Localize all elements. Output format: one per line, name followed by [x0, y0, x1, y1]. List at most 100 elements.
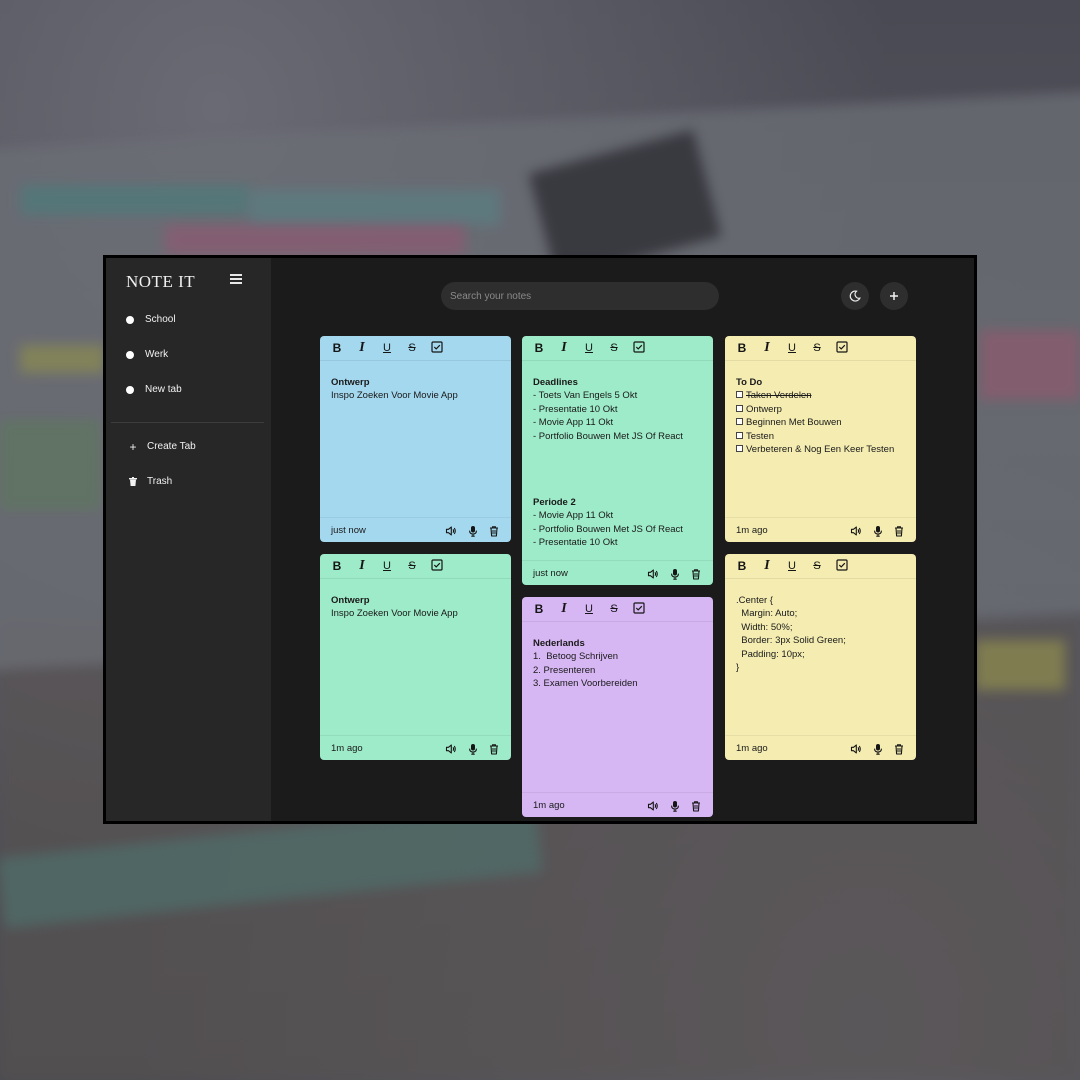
add-note-button[interactable]	[880, 282, 908, 310]
microphone-icon[interactable]	[669, 567, 681, 580]
sidebar-tab-new-tab[interactable]: New tab	[126, 384, 182, 395]
bold-button[interactable]: B	[735, 341, 749, 355]
microphone-icon[interactable]	[467, 524, 479, 537]
note-content[interactable]: Ontwerp Inspo Zoeken Voor Movie App	[331, 594, 503, 621]
trash-icon[interactable]	[488, 742, 500, 755]
checkbox-button[interactable]	[632, 341, 646, 355]
checkbox[interactable]	[736, 431, 743, 439]
sidebar-tab-label: New tab	[145, 384, 182, 395]
checkbox-icon	[836, 341, 848, 353]
note-content[interactable]: .Center { Margin: Auto; Width: 50%; Bord…	[736, 594, 908, 674]
note-content[interactable]: To Do Taken Verdelen Ontwerp Beginnen Me…	[736, 376, 908, 456]
sidebar-tab-school[interactable]: School	[126, 314, 176, 325]
note-card[interactable]: B I U S Deadlines - Toets Van Engels 5 O…	[522, 336, 713, 585]
checklist-item[interactable]: Taken Verdelen	[736, 389, 908, 402]
italic-button[interactable]: I	[557, 602, 571, 616]
note-footer: 1m ago	[725, 735, 916, 760]
strikethrough-button[interactable]: S	[405, 559, 419, 573]
checklist-item[interactable]: Ontwerp	[736, 403, 908, 416]
trash-icon[interactable]	[690, 799, 702, 812]
strikethrough-button[interactable]: S	[810, 341, 824, 355]
speaker-icon[interactable]	[445, 742, 457, 754]
italic-button[interactable]: I	[557, 341, 571, 355]
checkbox[interactable]	[736, 445, 743, 453]
italic-button[interactable]: I	[355, 341, 369, 355]
note-card[interactable]: B I U S Ontwerp Inspo Zoeken Voor Movie …	[320, 554, 511, 760]
checkbox[interactable]	[736, 418, 743, 426]
trash-icon[interactable]	[893, 742, 905, 755]
note-toolbar: B I U S	[725, 554, 916, 579]
trash-label: Trash	[147, 476, 173, 487]
menu-icon[interactable]	[230, 274, 242, 284]
microphone-icon[interactable]	[467, 742, 479, 755]
theme-toggle-button[interactable]	[841, 282, 869, 310]
bold-button[interactable]: B	[330, 559, 344, 573]
bold-button[interactable]: B	[532, 602, 546, 616]
speaker-icon[interactable]	[647, 799, 659, 811]
underline-button[interactable]: U	[582, 341, 596, 355]
checkbox-button[interactable]	[835, 341, 849, 355]
bold-button[interactable]: B	[330, 341, 344, 355]
underline-button[interactable]: U	[785, 341, 799, 355]
underline-button[interactable]: U	[380, 559, 394, 573]
note-card[interactable]: B I U S .Center { Margin: Auto; Width: 5…	[725, 554, 916, 760]
checkbox-button[interactable]	[632, 602, 646, 616]
note-timestamp: just now	[331, 525, 366, 536]
checkbox-button[interactable]	[835, 559, 849, 573]
underline-button[interactable]: U	[785, 559, 799, 573]
note-line: Margin: Auto;	[736, 608, 798, 620]
dot-icon	[126, 315, 134, 324]
note-card[interactable]: B I U S Ontwerp Inspo Zoeken Voor Movie …	[320, 336, 511, 542]
create-tab-label: Create Tab	[147, 441, 196, 452]
checkbox-button[interactable]	[430, 341, 444, 355]
note-line: - Portfolio Bouwen Met JS Of React	[533, 523, 683, 535]
note-toolbar: B I U S	[320, 554, 511, 579]
checklist-text: Verbeteren & Nog Een Keer Testen	[746, 444, 895, 456]
trash-icon[interactable]	[488, 524, 500, 537]
note-line: - Presentatie 10 Okt	[533, 403, 618, 415]
checklist-text: Beginnen Met Bouwen	[746, 417, 842, 429]
strikethrough-button[interactable]: S	[405, 341, 419, 355]
create-tab-button[interactable]: + Create Tab	[128, 441, 196, 453]
italic-button[interactable]: I	[355, 559, 369, 573]
note-content[interactable]: Ontwerp Inspo Zoeken Voor Movie App	[331, 376, 503, 403]
speaker-icon[interactable]	[850, 524, 862, 536]
search-input[interactable]	[441, 282, 719, 310]
italic-button[interactable]: I	[760, 341, 774, 355]
trash-button[interactable]: Trash	[128, 476, 172, 487]
checklist-item[interactable]: Testen	[736, 430, 908, 443]
checkbox[interactable]	[736, 391, 743, 399]
underline-button[interactable]: U	[582, 602, 596, 616]
speaker-icon[interactable]	[445, 524, 457, 536]
italic-button[interactable]: I	[760, 559, 774, 573]
checklist-item[interactable]: Verbeteren & Nog Een Keer Testen	[736, 443, 908, 456]
note-footer: just now	[522, 560, 713, 585]
strikethrough-button[interactable]: S	[607, 602, 621, 616]
note-card[interactable]: B I U S To Do Taken Verdelen Ontwerp Beg…	[725, 336, 916, 542]
sidebar-tab-werk[interactable]: Werk	[126, 349, 168, 360]
speaker-icon[interactable]	[647, 567, 659, 579]
note-content[interactable]: Deadlines - Toets Van Engels 5 Okt - Pre…	[533, 376, 705, 550]
moon-icon	[849, 290, 861, 302]
note-content[interactable]: Nederlands 1. Betoog Schrijven 2. Presen…	[533, 637, 705, 691]
checkbox-button[interactable]	[430, 559, 444, 573]
note-timestamp: 1m ago	[533, 800, 565, 811]
strikethrough-button[interactable]: S	[810, 559, 824, 573]
note-line: 3. Examen Voorbereiden	[533, 678, 638, 690]
trash-icon[interactable]	[690, 567, 702, 580]
trash-icon[interactable]	[893, 524, 905, 537]
note-footer: 1m ago	[725, 517, 916, 542]
bold-button[interactable]: B	[532, 341, 546, 355]
microphone-icon[interactable]	[872, 524, 884, 537]
strikethrough-button[interactable]: S	[607, 341, 621, 355]
note-card[interactable]: B I U S Nederlands 1. Betoog Schrijven 2…	[522, 597, 713, 817]
microphone-icon[interactable]	[872, 742, 884, 755]
checkbox[interactable]	[736, 404, 743, 412]
underline-button[interactable]: U	[380, 341, 394, 355]
microphone-icon[interactable]	[669, 799, 681, 812]
checklist-item[interactable]: Beginnen Met Bouwen	[736, 416, 908, 429]
note-title: Ontwerp	[331, 595, 370, 606]
bold-button[interactable]: B	[735, 559, 749, 573]
speaker-icon[interactable]	[850, 742, 862, 754]
trash-icon	[128, 476, 138, 487]
